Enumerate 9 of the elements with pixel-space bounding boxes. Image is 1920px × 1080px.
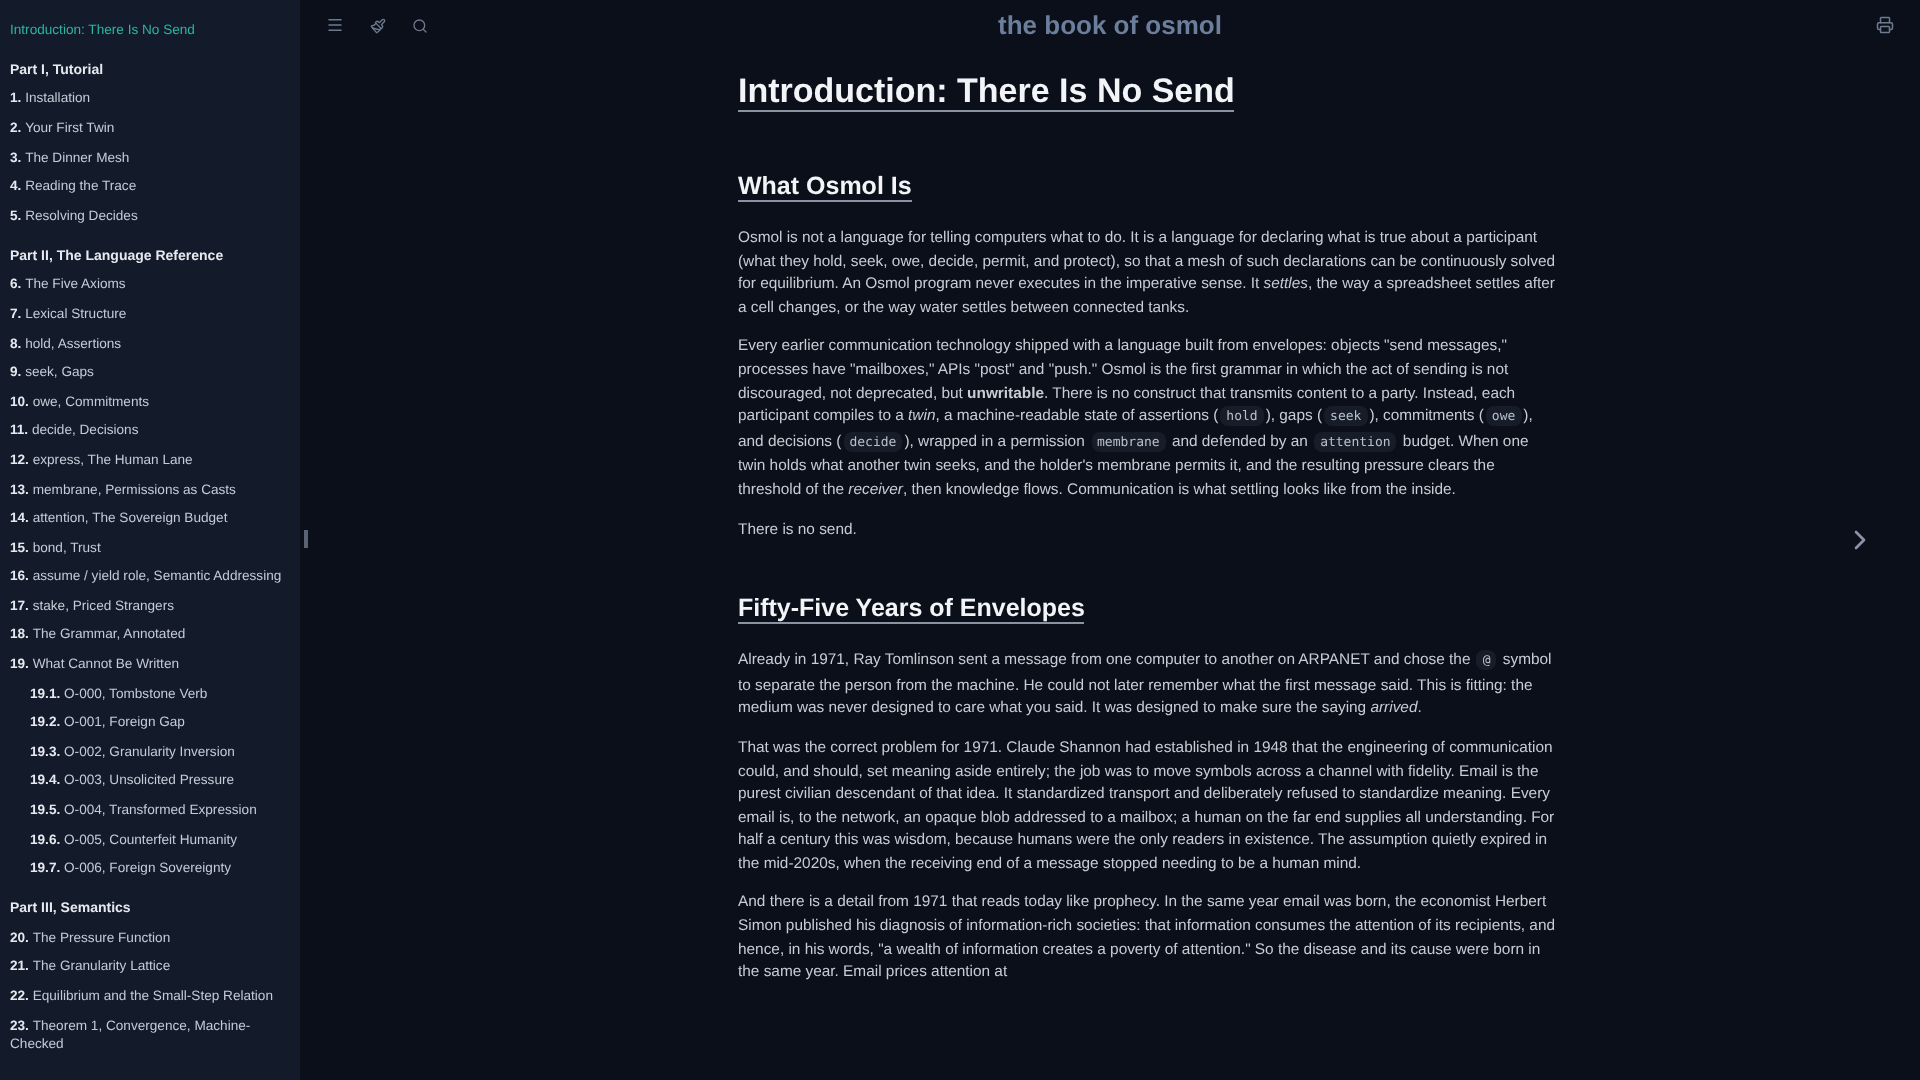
print-icon[interactable]: [1876, 16, 1894, 34]
sidebar-resize-handle[interactable]: [304, 530, 308, 548]
section-heading: Fifty-Five Years of Envelopes: [738, 594, 1085, 625]
menu-icon[interactable]: [326, 16, 344, 34]
search-icon[interactable]: [412, 17, 428, 33]
paintbrush-icon[interactable]: [370, 17, 386, 33]
book-title: the book of osmol: [998, 7, 1222, 44]
page-title: Introduction: There Is No Send: [738, 72, 1235, 112]
section-heading: What Osmol Is: [738, 172, 912, 202]
